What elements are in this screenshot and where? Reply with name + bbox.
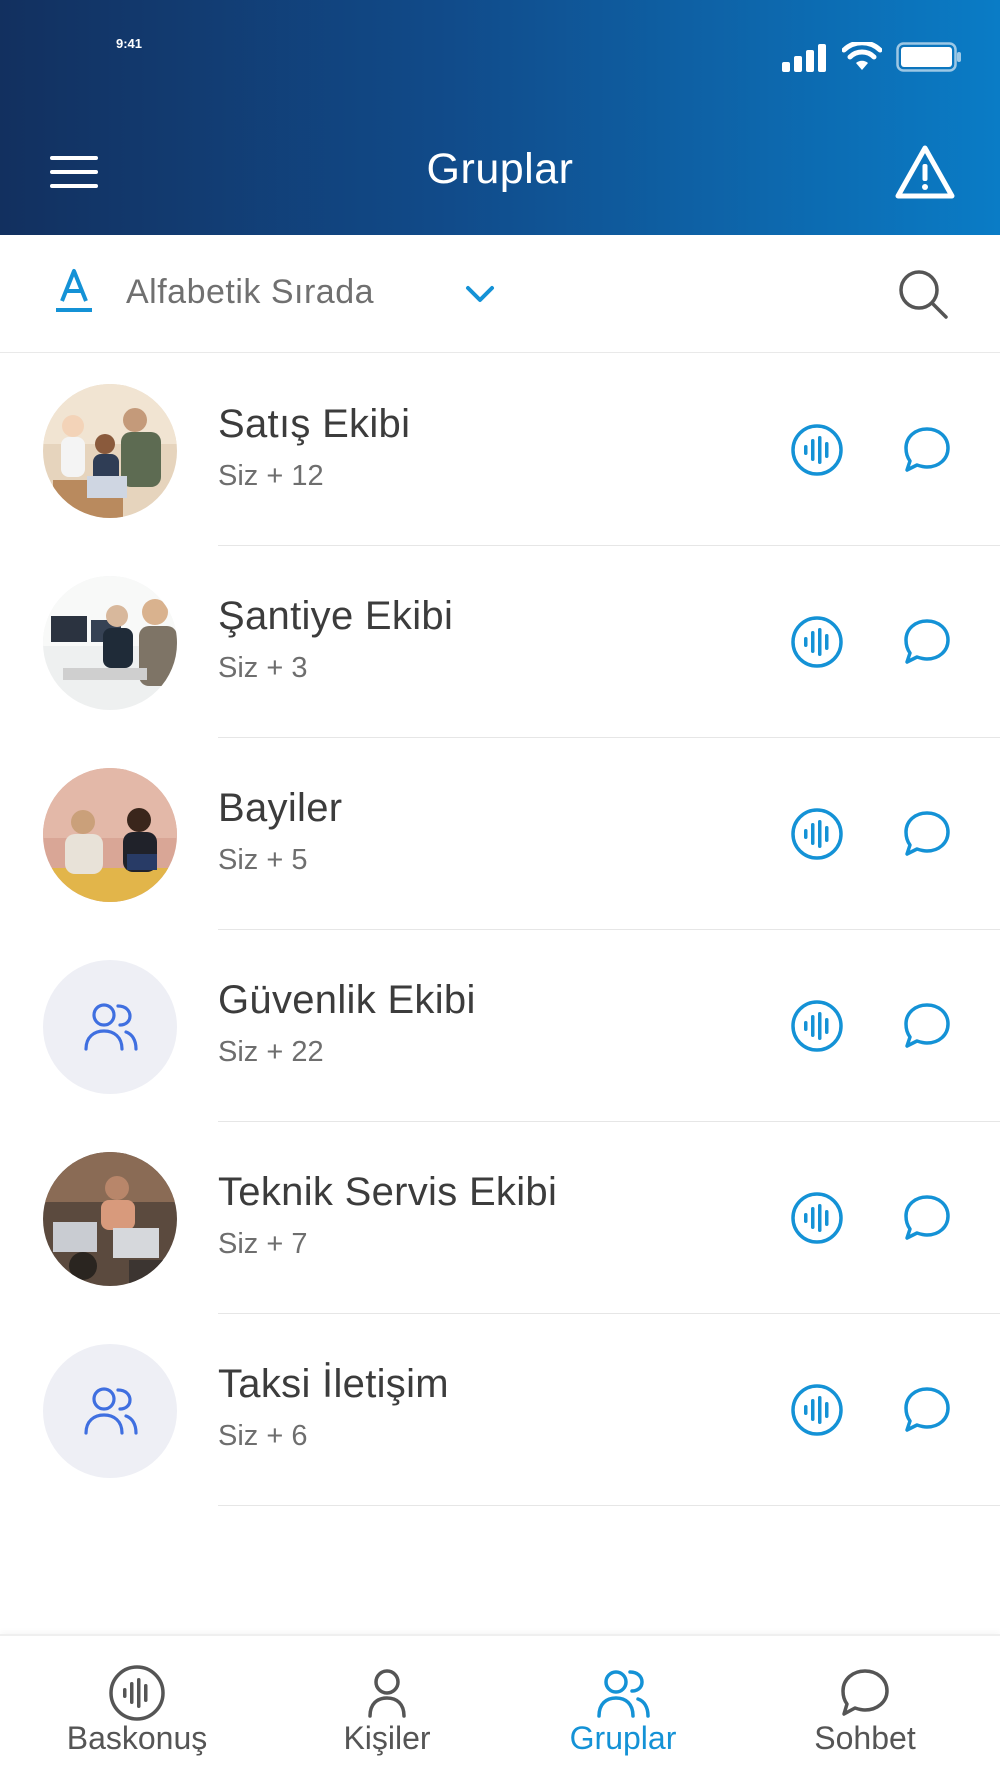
group-name: Teknik Servis Ekibi: [218, 1170, 558, 1214]
ptt-icon: [791, 1384, 843, 1436]
ptt-icon: [791, 808, 843, 860]
chat-button[interactable]: [900, 999, 954, 1053]
chat-button[interactable]: [900, 423, 954, 477]
top-app-bar: 9:41 Gruplar: [0, 0, 1000, 235]
group-icon: [84, 1003, 138, 1051]
group-avatar: [43, 384, 177, 518]
ptt-icon: [791, 424, 843, 476]
status-time: 9:41: [116, 36, 143, 51]
group-avatar: [43, 576, 177, 710]
group-row[interactable]: Teknik Servis Ekibi Siz + 7: [0, 1122, 1000, 1314]
group-name: Bayiler: [218, 786, 343, 830]
chevron-down-icon: [466, 286, 494, 302]
page-title: Gruplar: [426, 145, 574, 193]
chat-icon: [904, 1003, 950, 1048]
warning-triangle-icon: [895, 145, 955, 199]
chat-button[interactable]: [900, 615, 954, 669]
group-members: Siz + 22: [218, 1036, 324, 1068]
nav-item-baskonus[interactable]: Baskonuş: [12, 1636, 262, 1778]
group-avatar: [43, 1152, 177, 1286]
group-row[interactable]: Taksi İletişim Siz + 6: [0, 1314, 1000, 1506]
push-to-talk-button[interactable]: [790, 1191, 844, 1245]
nav-label: Gruplar: [569, 1720, 677, 1756]
bottom-navigation: Baskonuş Kişiler Gruplar Sohbet: [0, 1634, 1000, 1778]
sort-bar: Alfabetik Sırada: [0, 235, 1000, 353]
group-members: Siz + 7: [218, 1228, 308, 1260]
nav-item-gruplar[interactable]: Gruplar: [498, 1636, 748, 1778]
push-to-talk-button[interactable]: [790, 423, 844, 477]
chat-icon: [904, 427, 950, 472]
office-photo-icon: [43, 576, 177, 710]
chat-icon: [904, 1195, 950, 1240]
push-to-talk-button[interactable]: [790, 615, 844, 669]
nav-label: Sohbet: [814, 1720, 916, 1756]
group-icon: [84, 1387, 138, 1435]
ptt-icon: [109, 1665, 165, 1721]
group-members: Siz + 5: [218, 844, 308, 876]
group-row[interactable]: Şantiye Ekibi Siz + 3: [0, 546, 1000, 738]
battery-icon: [896, 42, 961, 72]
nav-label: Baskonuş: [66, 1720, 208, 1756]
app-screen: 9:41 Gruplar Alfabetik Sırada Satış Ekib…: [0, 0, 1000, 1778]
group-avatar: [43, 768, 177, 902]
push-to-talk-button[interactable]: [790, 999, 844, 1053]
sort-dropdown-button[interactable]: [462, 279, 498, 309]
workspace-photo-icon: [43, 1152, 177, 1286]
group-name: Satış Ekibi: [218, 402, 411, 446]
chat-icon: [904, 811, 950, 856]
group-row[interactable]: Bayiler Siz + 5: [0, 738, 1000, 930]
group-list: Satış Ekibi Siz + 12 Şantiye Ekibi Siz +…: [0, 354, 1000, 1506]
group-avatar: [43, 960, 177, 1094]
alphabetical-sort-icon: [56, 269, 92, 312]
search-button[interactable]: [896, 267, 950, 321]
wifi-icon: [842, 42, 882, 70]
nav-label: Kişiler: [343, 1720, 431, 1756]
cellular-signal-icon: [782, 44, 826, 72]
chat-icon: [904, 1387, 950, 1432]
push-to-talk-button[interactable]: [790, 1383, 844, 1437]
chat-button[interactable]: [900, 1383, 954, 1437]
person-icon: [368, 1669, 406, 1718]
chat-icon: [841, 1669, 889, 1716]
chat-icon: [904, 619, 950, 664]
ptt-icon: [791, 616, 843, 668]
group-members: Siz + 12: [218, 460, 324, 492]
row-divider: [218, 1505, 1000, 1506]
chat-button[interactable]: [900, 1191, 954, 1245]
ptt-icon: [791, 1192, 843, 1244]
chat-button[interactable]: [900, 807, 954, 861]
push-to-talk-button[interactable]: [790, 807, 844, 861]
group-members: Siz + 6: [218, 1420, 308, 1452]
nav-item-sohbet[interactable]: Sohbet: [740, 1636, 990, 1778]
search-icon: [899, 270, 948, 319]
group-avatar: [43, 1344, 177, 1478]
meeting-photo-icon: [43, 768, 177, 902]
group-row[interactable]: Güvenlik Ekibi Siz + 22: [0, 930, 1000, 1122]
nav-item-kisiler[interactable]: Kişiler: [262, 1636, 512, 1778]
group-name: Şantiye Ekibi: [218, 594, 454, 638]
group-members: Siz + 3: [218, 652, 308, 684]
group-row[interactable]: Satış Ekibi Siz + 12: [0, 354, 1000, 546]
ptt-icon: [791, 1000, 843, 1052]
group-icon: [597, 1670, 650, 1718]
status-icons: [782, 42, 962, 72]
group-name: Güvenlik Ekibi: [218, 978, 476, 1022]
group-name: Taksi İletişim: [218, 1362, 449, 1406]
alert-button[interactable]: [894, 144, 956, 200]
sort-label[interactable]: Alfabetik Sırada: [126, 273, 374, 312]
team-photo-icon: [43, 384, 177, 518]
